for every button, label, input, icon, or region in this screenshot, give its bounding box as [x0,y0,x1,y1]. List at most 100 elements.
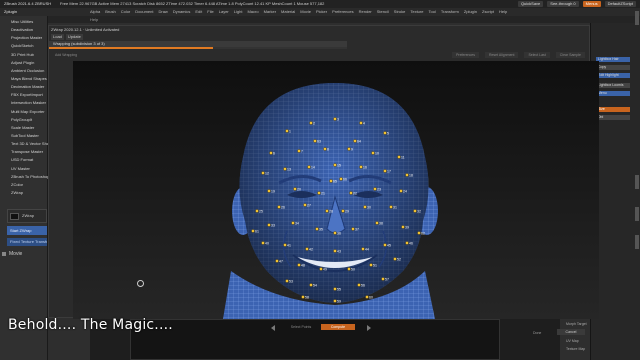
lightbox-hair-button[interactable]: Lightbox Hair [596,57,630,62]
tab-load[interactable]: Load [51,34,64,40]
plugin-item[interactable]: Maya Blend Shapes [0,75,48,83]
edit-highlight-button[interactable]: Edit Highlight [596,73,630,78]
menu-preferences[interactable]: Preferences [332,8,354,16]
svg-text:33: 33 [271,224,275,228]
previous-arrow-icon[interactable] [271,325,275,331]
zwrap-label: ZWrap [22,213,34,218]
svg-text:19: 19 [271,190,275,194]
menu-marker[interactable]: Marker [264,8,276,16]
menu-alpha[interactable]: Alpha [90,8,100,16]
plugin-item[interactable]: SubTool Master [0,132,48,140]
menu-movie[interactable]: Movie [300,8,311,16]
menu-tool[interactable]: Tool [428,8,435,16]
plugin-item[interactable]: Intersection Masker [0,99,48,107]
figure-thumbnail[interactable] [635,11,639,25]
copy-button[interactable]: Copy [596,65,630,70]
plugin-item[interactable]: Transpose Master [0,148,48,156]
menu-light[interactable]: Light [234,8,243,16]
plugin-item[interactable]: Scale Master [0,124,48,132]
menus-button[interactable]: Menus [582,1,601,7]
menu-edit[interactable]: Edit [195,8,202,16]
select-points-button[interactable]: Select Points [286,324,316,330]
menu-brush[interactable]: Brush [105,8,115,16]
menu-stroke[interactable]: Stroke [394,8,406,16]
menu-texture[interactable]: Texture [410,8,423,16]
double-button[interactable]: Dbl [596,115,630,120]
next-arrow-icon[interactable] [367,325,371,331]
plugin-item[interactable]: ZBrush To Photoshop [0,173,48,181]
svg-text:34: 34 [295,222,299,226]
svg-text:53: 53 [289,280,293,284]
size-button[interactable]: Size [596,107,630,112]
help-menu[interactable]: Help [90,16,98,23]
plugin-item[interactable]: PolyGroupIt [0,116,48,124]
menu-macro[interactable]: Macro [247,8,258,16]
menu-zplugin[interactable]: Zplugin [464,8,477,16]
menu-document[interactable]: Document [135,8,153,16]
zwrap-icon[interactable] [10,213,19,220]
plugin-item[interactable]: Ambient Occlusion [0,67,48,75]
plugin-item[interactable]: USD Format [0,156,48,164]
movie-palette-item[interactable]: Movie [2,251,22,257]
menu-color[interactable]: Color [121,8,131,16]
plugin-item[interactable]: Multi Map Exporter [0,108,48,116]
plugin-item[interactable]: QuickSketch [0,42,48,50]
menu-help[interactable]: Help [499,8,507,16]
svg-text:11: 11 [401,156,405,160]
svg-text:22: 22 [353,192,357,196]
plugin-item[interactable]: Adjust Plugin [0,59,48,67]
svg-text:5: 5 [387,132,389,136]
plugin-item[interactable]: ZColor [0,181,48,189]
menu-zscript[interactable]: Zscript [482,8,494,16]
svg-text:26: 26 [281,206,285,210]
figure-thumbnail[interactable] [635,175,639,189]
plugin-item[interactable]: UV Master [0,165,48,173]
plugin-item[interactable]: FBX ExportImport [0,91,48,99]
menu-transform[interactable]: Transform [441,8,459,16]
svg-text:54: 54 [313,284,317,288]
fixed-texture-transfer-button[interactable]: Fixed Texture Transfer [7,238,47,246]
see-through-slider[interactable]: See-through 0 [547,1,579,7]
menu-render[interactable]: Render [359,8,372,16]
plugin-item[interactable]: Deactivation [0,26,48,34]
reset-alignment-button[interactable]: Reset Alignment [484,52,519,58]
zwrap-dialog: ZWrap 2020.12.1 · Unlimited Activated Lo… [48,25,599,335]
cancel-button[interactable]: Cancel [557,329,585,335]
menu-draw[interactable]: Draw [158,8,167,16]
dialog-tabs: Load Update [51,34,83,40]
quicksave-button[interactable]: QuickSave [517,1,544,7]
plugin-item[interactable]: Misc Utilities [0,18,48,26]
lightbox-loomis-button[interactable]: Lightbox Loomis [596,83,630,88]
plugin-item[interactable]: Decimation Master [0,83,48,91]
preferences-button[interactable]: Preferences [452,52,479,58]
svg-text:36: 36 [337,232,341,236]
plugin-item[interactable]: Text 3D & Vector Shapes [0,140,48,148]
menu-file[interactable]: File [207,8,213,16]
done-button[interactable]: Done [533,331,541,335]
svg-text:27: 27 [307,204,311,208]
figure-thumbnail[interactable] [635,235,639,249]
menu-picker[interactable]: Picker [316,8,327,16]
tab-update[interactable]: Update [65,34,83,40]
clear-sample-button[interactable]: Clear Sample [555,52,585,58]
svg-text:24: 24 [403,190,407,194]
menu-dynamics[interactable]: Dynamics [173,8,191,16]
svg-text:58: 58 [305,296,309,300]
plugin-item[interactable]: ZWrap [0,189,48,197]
menu-button[interactable]: Menu [596,91,630,96]
svg-text:35: 35 [319,228,323,232]
menu-layer[interactable]: Layer [219,8,229,16]
start-zwrap-button[interactable]: Start ZWrap [7,226,47,235]
figure-thumbnail[interactable] [635,207,639,221]
menu-stencil[interactable]: Stencil [377,8,389,16]
active-palette-label[interactable]: Zplugin [4,8,17,16]
plugin-item[interactable]: Projection Master [0,34,48,42]
menu-material[interactable]: Material [281,8,295,16]
plugin-item[interactable]: 3D Print Hub [0,51,48,59]
svg-text:20: 20 [297,188,301,192]
select-last-button[interactable]: Select Last [524,52,550,58]
wrap-viewport[interactable]: 1 2 3 4 5 6 7 8 9 10 11 12 13 14 15 16 17 18 19 20 21 22 23 24 2… [73,61,599,319]
dialog-title: ZWrap 2020.12.1 · Unlimited Activated [51,27,120,32]
compute-button[interactable]: Compute [321,324,355,330]
default-zscript-button[interactable]: DefaultZScript [604,1,636,7]
